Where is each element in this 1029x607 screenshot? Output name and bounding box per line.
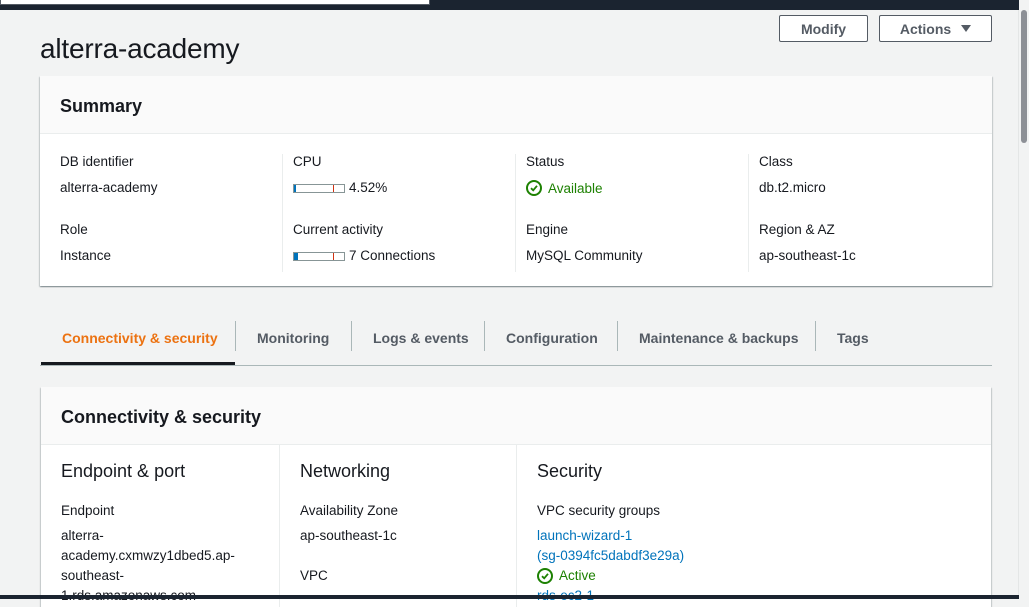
cpu-percent: 4.52% [349,180,388,195]
caret-down-icon [961,25,972,32]
browser-tab-strip [0,0,430,5]
connections-link[interactable]: 7 Connections [349,248,435,263]
cpu-meter-threshold [333,184,334,192]
security-group-link[interactable]: launch-wizard-1 [537,526,632,546]
check-circle-icon [526,180,542,196]
connectivity-security-panel: Connectivity & security Endpoint & port … [41,387,991,607]
actions-dropdown-button[interactable]: Actions [879,15,992,42]
summary-header: Summary [40,76,992,134]
endpoint-line: academy.cxmwzy1dbed5.ap- [61,548,235,563]
tab-logs-events[interactable]: Logs & events [373,310,469,365]
role-label: Role [60,222,88,237]
vpc-security-groups-label: VPC security groups [537,503,661,518]
summary-panel: Summary DB identifier alterra-academy Ro… [40,76,992,286]
endpoint-line: southeast- [61,568,125,583]
vpc-label: VPC [300,568,328,583]
tab-connectivity-security[interactable]: Connectivity & security [62,310,218,365]
region-az-label: Region & AZ [759,222,835,237]
engine-value: MySQL Community [526,248,643,263]
tab-divider [617,321,618,351]
connectivity-header: Connectivity & security [41,387,991,445]
scrollbar-thumb[interactable] [1021,10,1027,143]
networking-section: Networking Availability Zone ap-southeas… [279,445,517,607]
tab-tags[interactable]: Tags [837,310,869,365]
status-text: Available [548,180,603,196]
active-tab-indicator [41,362,235,365]
cpu-meter [293,183,345,193]
endpoint-port-section: Endpoint & port Endpoint alterra- academ… [41,445,278,607]
modify-button[interactable]: Modify [779,15,868,42]
console-top-bar [0,0,1019,10]
page-scrollbar[interactable] [1018,10,1029,595]
tab-divider [484,321,485,351]
tab-maintenance-backups[interactable]: Maintenance & backups [639,310,799,365]
db-identifier-label: DB identifier [60,154,134,169]
summary-grid: DB identifier alterra-academy Role Insta… [40,134,992,286]
current-activity-label: Current activity [293,222,384,237]
current-activity-value: 7 Connections [293,248,435,263]
check-circle-icon [537,568,553,584]
security-heading: Security [537,461,603,481]
summary-heading: Summary [60,96,143,116]
availability-zone-label: Availability Zone [300,503,399,518]
bottom-bar [0,595,1019,599]
status-value: Available [526,180,603,196]
networking-heading: Networking [300,461,391,481]
class-value: db.t2.micro [759,180,826,195]
connectivity-heading: Connectivity & security [61,407,262,427]
endpoint-line: alterra- [61,528,104,543]
cpu-meter-fill [294,184,296,192]
connectivity-grid: Endpoint & port Endpoint alterra- academ… [41,445,991,607]
status-label: Status [526,154,565,169]
page-title: alterra-academy [40,32,240,64]
region-az-value: ap-southeast-1c [759,248,856,263]
security-group-id-link[interactable]: (sg-0394fc5dabdf3e29a) [537,546,684,566]
cpu-label: CPU [293,154,322,169]
tab-monitoring[interactable]: Monitoring [257,310,329,365]
role-value: Instance [60,248,112,263]
actions-label: Actions [899,20,952,37]
endpoint-port-heading: Endpoint & port [61,461,186,481]
tab-divider [815,321,816,351]
engine-label: Engine [526,222,569,237]
endpoint-label: Endpoint [61,503,115,518]
summary-col-2: CPU 4.52% Current activity 7 Connections [282,154,516,272]
security-section: Security VPC security groups launch-wiza… [516,445,754,607]
summary-col-1: DB identifier alterra-academy Role Insta… [40,154,273,272]
class-label: Class [759,154,793,169]
summary-col-3: Status Available Engine MySQL Community [515,154,749,272]
db-identifier-value: alterra-academy [60,180,158,195]
connections-meter-threshold [333,252,334,260]
tab-configuration[interactable]: Configuration [506,310,598,365]
connections-meter-fill [294,252,298,260]
tab-divider [235,321,236,351]
availability-zone-value: ap-southeast-1c [300,528,397,543]
security-group-status: Active [537,566,596,587]
detail-tabs: Connectivity & security Monitoring Logs … [40,310,992,366]
connections-meter [293,251,345,261]
tab-divider [351,321,352,351]
security-group-status-text: Active [559,568,596,583]
summary-col-4: Class db.t2.micro Region & AZ ap-southea… [748,154,982,272]
cpu-value: 4.52% [293,180,387,195]
